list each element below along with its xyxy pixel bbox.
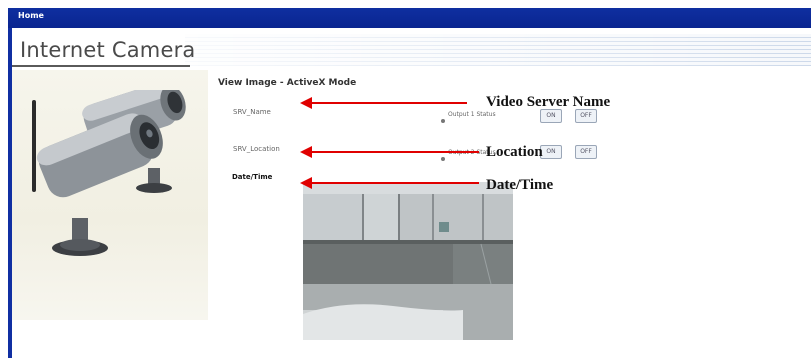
location-value: SRV_Location xyxy=(233,145,280,153)
section-title: View Image - ActiveX Mode xyxy=(218,78,357,88)
server-name-arrow-line xyxy=(311,102,467,104)
location-annotation: Location xyxy=(486,144,543,160)
header-stripes-fade xyxy=(185,34,811,66)
output1-off-button[interactable]: OFF xyxy=(575,109,597,123)
datetime-annotation: Date/Time xyxy=(486,177,554,193)
server-name-value: SRV_Name xyxy=(233,108,271,116)
app-title: Internet Camera xyxy=(20,38,196,62)
camera-image xyxy=(32,90,186,256)
server-name-annotation: Video Server Name xyxy=(486,94,611,110)
live-video-image[interactable] xyxy=(303,182,513,340)
datetime-value: Date/Time xyxy=(232,173,273,181)
location-arrow-line xyxy=(311,151,479,153)
datetime-arrow-line xyxy=(311,182,479,184)
title-bar: Home xyxy=(8,8,811,28)
output2-on-button[interactable]: ON xyxy=(540,145,562,159)
live-video-frame xyxy=(303,182,513,340)
output1-bullet xyxy=(440,111,446,123)
output2-off-button[interactable]: OFF xyxy=(575,145,597,159)
window-title: Home xyxy=(18,11,44,20)
output1-on-button[interactable]: ON xyxy=(540,109,562,123)
title-underline xyxy=(12,65,190,67)
output1-label: Output 1 Status xyxy=(448,111,496,118)
